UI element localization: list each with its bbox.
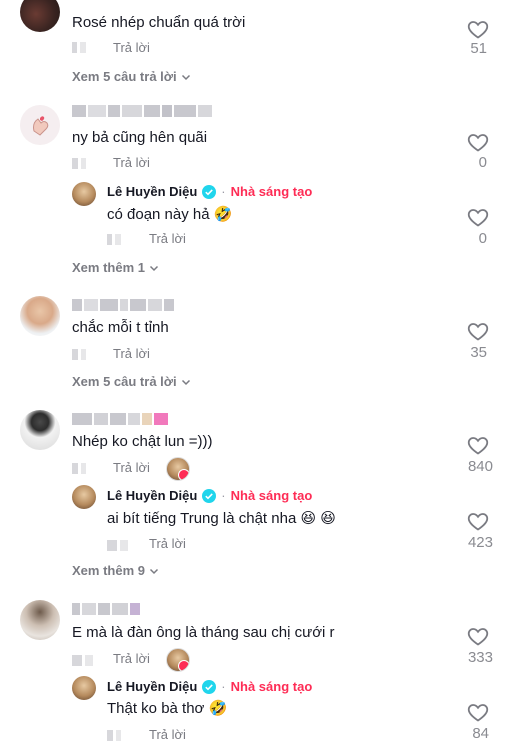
creator-name[interactable]: Lê Huyền Diệu — [107, 488, 197, 503]
username-blurred — [72, 298, 174, 311]
comment-date-blurred — [72, 655, 93, 666]
chevron-down-icon — [149, 265, 159, 271]
reply-button[interactable]: Trả lời — [113, 40, 150, 55]
reply-button[interactable]: Trả lời — [113, 651, 150, 666]
reply-button[interactable]: Trả lời — [149, 727, 186, 742]
like-count: 0 — [478, 154, 487, 171]
view-more-button[interactable]: Xem thêm 9 — [72, 563, 159, 578]
reply-text: Thật ko bà thơ 🤣 — [107, 700, 228, 717]
username-blurred — [72, 104, 212, 117]
avatar[interactable] — [20, 105, 60, 145]
heart-outline-icon[interactable] — [465, 319, 491, 343]
reply-date-blurred — [107, 730, 121, 741]
view-replies-button[interactable]: Xem 5 câu trả lời — [72, 374, 191, 389]
comment-date-blurred — [72, 42, 86, 53]
avatar[interactable] — [20, 600, 60, 640]
heart-outline-icon[interactable] — [465, 433, 491, 457]
creator-name[interactable]: Lê Huyền Diệu — [107, 184, 197, 199]
username-blurred — [72, 412, 168, 425]
separator-dot: · — [221, 679, 226, 694]
view-more-label: Xem thêm 1 — [72, 260, 145, 275]
view-more-label: Xem thêm 9 — [72, 563, 145, 578]
creator-badge: Nhà sáng tạo — [230, 184, 313, 199]
reply-button[interactable]: Trả lời — [149, 231, 186, 246]
heart-outline-icon[interactable] — [465, 17, 491, 41]
reply-button[interactable]: Trả lời — [113, 346, 150, 361]
verified-check-icon — [202, 679, 217, 694]
creator-liked-icon — [166, 648, 190, 672]
view-replies-label: Xem 5 câu trả lời — [72, 374, 177, 389]
reply-button[interactable]: Trả lời — [149, 536, 186, 551]
chevron-down-icon — [149, 568, 159, 574]
creator-avatar[interactable] — [72, 485, 96, 509]
creator-name-line: Lê Huyền Diệu · Nhà sáng tạo — [107, 679, 312, 694]
creator-avatar[interactable] — [72, 182, 96, 206]
reply-text: ai bít tiếng Trung là chật nha 😆 😆 — [107, 510, 336, 527]
comment-text: Rosé nhép chuẩn quá trời — [72, 14, 246, 31]
comment-text: E mà là đàn ông là tháng sau chị cưới r — [72, 624, 335, 641]
separator-dot: · — [221, 488, 226, 503]
comment-date-blurred — [72, 158, 86, 169]
heart-outline-icon[interactable] — [465, 700, 491, 724]
chevron-down-icon — [181, 74, 190, 80]
verified-check-icon — [202, 184, 217, 199]
comment-text: Nhép ko chật lun =))) — [72, 433, 213, 450]
verified-check-icon — [202, 488, 217, 503]
heart-outline-icon[interactable] — [465, 205, 491, 229]
comment-text: ny bả cũng hên quãi — [72, 129, 208, 146]
reply-text: có đoạn này hả 🤣 — [107, 206, 233, 223]
view-more-button[interactable]: Xem thêm 1 — [72, 260, 159, 275]
creator-avatar[interactable] — [72, 676, 96, 700]
comment-text: chắc mỗi t tỉnh — [72, 319, 169, 336]
avatar[interactable] — [20, 410, 60, 450]
like-count: 423 — [467, 534, 493, 551]
reply-button[interactable]: Trả lời — [113, 460, 150, 475]
like-count: 84 — [472, 725, 489, 742]
like-count: 51 — [470, 40, 487, 57]
chevron-down-icon — [181, 379, 190, 385]
reply-date-blurred — [107, 234, 121, 245]
avatar[interactable] — [20, 0, 60, 32]
like-count: 0 — [478, 230, 487, 247]
creator-badge: Nhà sáng tạo — [230, 488, 313, 503]
heart-outline-icon[interactable] — [465, 509, 491, 533]
separator-dot: · — [221, 184, 226, 199]
heart-outline-icon[interactable] — [465, 130, 491, 154]
avatar[interactable] — [20, 296, 60, 336]
comment-date-blurred — [72, 349, 86, 360]
view-replies-label: Xem 5 câu trả lời — [72, 69, 177, 84]
heart-outline-icon[interactable] — [465, 624, 491, 648]
comment-date-blurred — [72, 463, 86, 474]
username-blurred — [72, 602, 140, 615]
like-count: 333 — [467, 649, 493, 666]
finger-heart-icon — [33, 116, 49, 136]
creator-liked-icon — [166, 457, 190, 481]
creator-name-line: Lê Huyền Diệu · Nhà sáng tạo — [107, 488, 312, 503]
view-replies-button[interactable]: Xem 5 câu trả lời — [72, 69, 191, 84]
reply-button[interactable]: Trả lời — [113, 155, 150, 170]
creator-name[interactable]: Lê Huyền Diệu — [107, 679, 197, 694]
reply-date-blurred — [107, 540, 128, 551]
like-count: 35 — [470, 344, 487, 361]
creator-name-line: Lê Huyền Diệu · Nhà sáng tạo — [107, 184, 312, 199]
like-count: 840 — [467, 458, 493, 475]
creator-badge: Nhà sáng tạo — [230, 679, 313, 694]
